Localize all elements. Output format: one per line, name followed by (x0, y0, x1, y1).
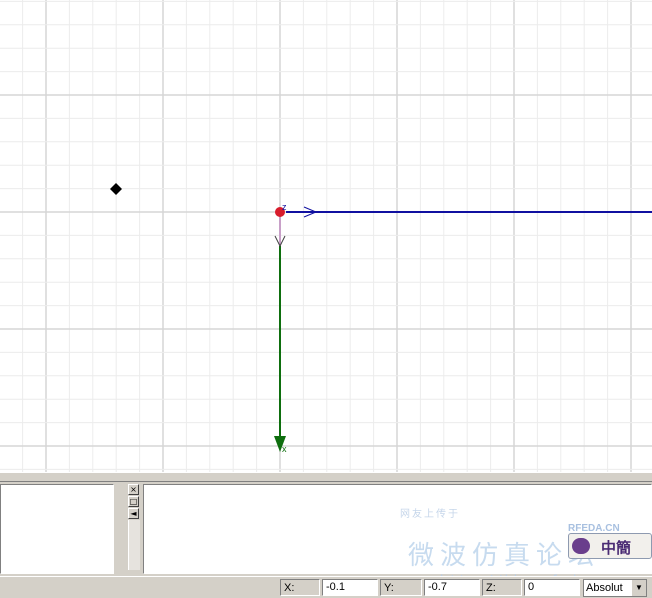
ime-logo-icon (572, 538, 590, 554)
y-coord-field[interactable]: -0.7 (424, 579, 480, 596)
coordinate-mode-select[interactable]: Absolut ▼ (583, 579, 647, 597)
z-coord-field[interactable]: 0 (524, 579, 580, 596)
ime-status-widget[interactable]: 中簡 (568, 533, 652, 559)
coordinate-mode-value: Absolut (586, 582, 623, 594)
chevron-down-icon[interactable]: ▼ (631, 580, 646, 596)
pane-scrollbar[interactable] (128, 520, 140, 570)
navigation-tree-pane[interactable] (0, 484, 114, 574)
scroll-left-button[interactable]: ◄ (128, 508, 139, 519)
close-pane-button[interactable]: × (128, 484, 139, 495)
bottom-panel: × □ ◄ (0, 482, 652, 576)
ime-mode-text: 中簡 (601, 539, 632, 557)
message-pane[interactable] (143, 484, 652, 574)
z-coord-label: Z: (482, 579, 522, 596)
modeling-viewport[interactable]: x z (0, 0, 652, 472)
selection-marker[interactable] (110, 183, 122, 195)
panel-splitter[interactable] (0, 472, 652, 482)
axis-x-label: x (282, 444, 287, 454)
x-coord-label: X: (280, 579, 320, 596)
x-coord-field[interactable]: -0.1 (322, 579, 378, 596)
axis-z-label: z (282, 202, 287, 212)
status-bar: X: -0.1 Y: -0.7 Z: 0 Absolut ▼ (0, 576, 652, 598)
axes-layer: x z (110, 183, 652, 454)
pane-controls: × □ ◄ (127, 484, 141, 574)
restore-pane-button[interactable]: □ (128, 496, 139, 507)
y-coord-label: Y: (380, 579, 422, 596)
